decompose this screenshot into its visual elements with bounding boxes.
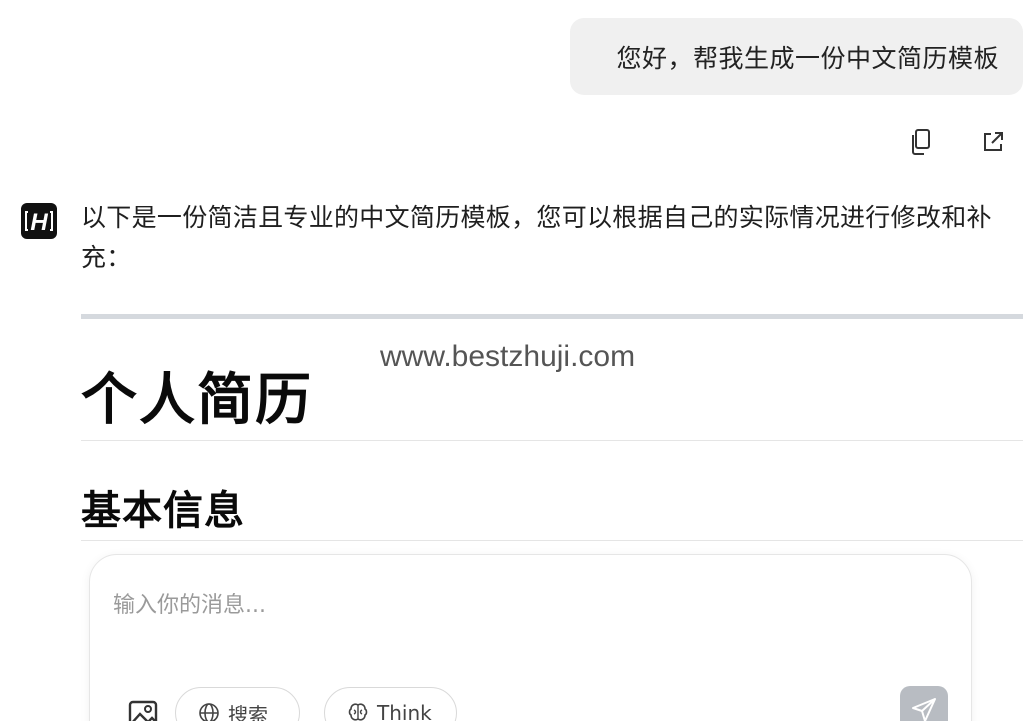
image-icon bbox=[128, 700, 158, 721]
divider bbox=[81, 540, 1023, 541]
copy-icon bbox=[912, 129, 930, 155]
message-input[interactable] bbox=[113, 593, 933, 618]
user-message-bubble: 您好，帮我生成一份中文简历模板 bbox=[570, 18, 1023, 95]
search-toggle[interactable]: 搜索 bbox=[175, 687, 300, 721]
bot-avatar: H bbox=[21, 203, 57, 239]
resume-title: 个人简历 bbox=[81, 368, 313, 433]
send-button[interactable] bbox=[900, 686, 948, 721]
upload-image-button[interactable] bbox=[128, 699, 162, 721]
bot-avatar-letter: H bbox=[30, 209, 48, 236]
open-external-button[interactable] bbox=[979, 128, 1007, 156]
copy-button[interactable] bbox=[907, 128, 935, 156]
divider bbox=[81, 314, 1023, 319]
user-message-text: 您好，帮我生成一份中文简历模板 bbox=[616, 43, 999, 73]
globe-icon bbox=[199, 703, 219, 721]
watermark: www.bestzhuji.com bbox=[380, 340, 636, 373]
brain-icon bbox=[348, 703, 368, 721]
external-link-icon bbox=[984, 132, 1003, 151]
think-toggle-label: Think bbox=[377, 701, 432, 721]
divider bbox=[81, 440, 1023, 441]
send-icon bbox=[912, 698, 936, 721]
bot-intro-text: 以下是一份简洁且专业的中文简历模板，您可以根据自己的实际情况进行修改和补充： bbox=[81, 203, 992, 272]
search-toggle-label: 搜索 bbox=[228, 702, 268, 721]
section-heading-basic-info: 基本信息 bbox=[81, 488, 245, 534]
message-composer: 搜索 Think bbox=[89, 554, 972, 721]
chat-page: 您好，帮我生成一份中文简历模板 H 以下是一份简洁且专业的中文简历模板，您可以根… bbox=[0, 0, 1032, 721]
think-toggle[interactable]: Think bbox=[324, 687, 457, 721]
